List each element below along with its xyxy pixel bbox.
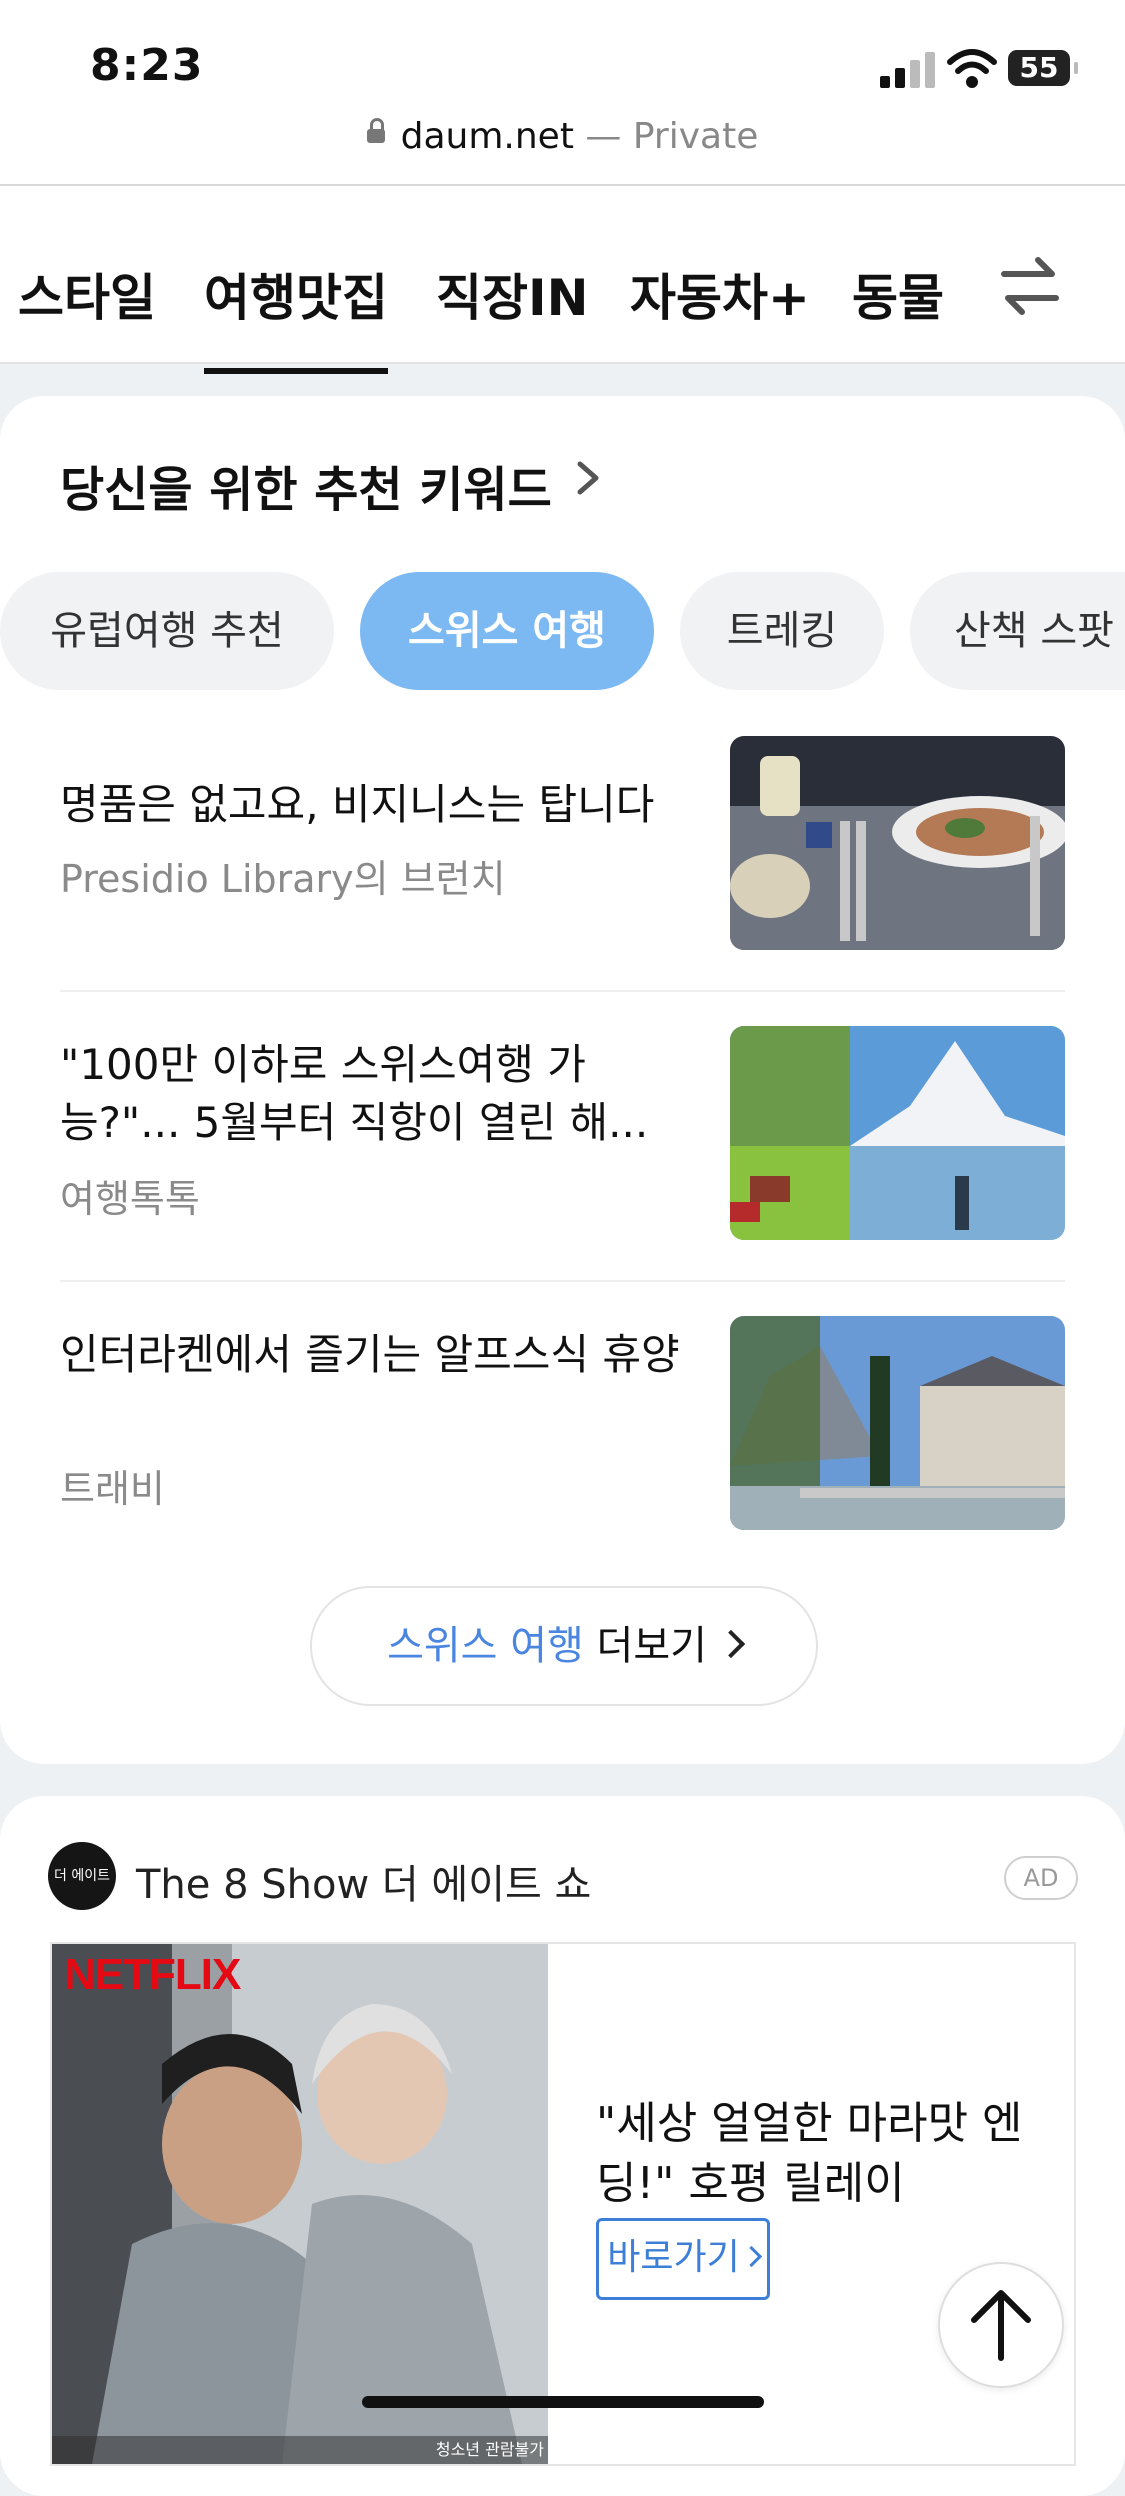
keyword-chip-active[interactable]: 스위스 여행 [360,572,654,690]
tab-animals[interactable]: 동물 [852,258,944,330]
article-thumbnail [730,1316,1065,1530]
arrow-up-icon [971,2290,1031,2361]
article-source: Presidio Library의 브런치 [60,857,506,901]
clock: 8:23 [90,40,204,91]
cta-label: 바로가기 [607,2237,740,2278]
advertiser-logo: 더 에이트 쇼 [48,1842,116,1910]
home-indicator[interactable] [362,2396,764,2408]
article-thumbnail [730,736,1065,950]
tab-style[interactable]: 스타일 [18,258,156,330]
ad-badge[interactable]: AD [1004,1856,1078,1900]
cta-button[interactable]: 바로가기 [596,2218,770,2300]
url-domain: daum.net [400,116,574,157]
divider [60,1280,1065,1282]
wifi-icon [947,49,997,88]
ad-card: 더 에이트 쇼 The 8 Show 더 에이트 쇼 AD NETFLIX 청소… [0,1796,1125,2496]
keyword-chip[interactable]: 트레킹 [680,572,884,690]
ad-poster-image [52,1944,548,2464]
more-keyword: 스위스 여행 [387,1623,584,1669]
article-source: 트래비 [60,1467,165,1511]
more-button[interactable]: 스위스 여행 더보기 [310,1586,818,1706]
chevron-right-icon [716,1629,746,1659]
article-title: "100만 이하로 스위스여행 가능?"... 5월부터 직항이 열린 해... [60,1040,649,1147]
ad-headline[interactable]: "세상 얼얼한 마라맛 엔딩!" 호평 릴레이 [596,2094,1026,2214]
chevron-right-icon[interactable] [574,458,604,498]
list-item[interactable]: 인터라켄에서 즐기는 알프스식 휴양 트래비 [60,1316,1065,1530]
article-title: 인터라켄에서 즐기는 알프스식 휴양 [60,1330,680,1379]
list-item[interactable]: 명품은 없고요, 비지니스는 탑니다 Presidio Library의 브런치 [60,736,1065,950]
address-bar[interactable]: daum.net — Private [0,116,1125,157]
divider [60,990,1065,992]
battery-icon: 55 [1008,50,1078,86]
tab-workplace[interactable]: 직장IN [436,258,588,330]
advertiser-name[interactable]: The 8 Show 더 에이트 쇼 [136,1852,591,1910]
age-rating: 청소년 관람불가 [435,2440,544,2459]
ad-content[interactable]: NETFLIX 청소년 관람불가 "세상 얼얼한 마라맛 엔딩!" 호평 릴레이… [50,1942,1076,2466]
category-tabs: 스타일 여행맛집 직장IN 자동차+ 동물 [0,186,1125,374]
scroll-top-button[interactable] [938,2262,1064,2388]
lock-icon [366,118,385,143]
cellular-signal-icon [880,52,936,88]
keyword-card-title[interactable]: 당신을 위한 추천 키워드 [60,450,552,520]
private-label: — Private [585,116,759,157]
more-label: 더보기 [596,1623,707,1669]
article-title: 명품은 없고요, 비지니스는 탑니다 [60,780,655,829]
keyword-card: 당신을 위한 추천 키워드 유럽여행 추천 스위스 여행 트레킹 산책 스팟 명… [0,396,1125,1764]
ad-poster[interactable]: NETFLIX 청소년 관람불가 [52,1944,548,2464]
status-bar: 8:23 55 daum.net — Private [0,0,1125,186]
netflix-logo: NETFLIX [64,1950,241,1999]
chevron-right-icon [740,2245,762,2267]
article-thumbnail [730,1026,1065,1240]
swap-arrows-icon[interactable] [998,256,1062,316]
keyword-chip[interactable]: 산책 스팟 [910,572,1125,690]
tab-travel-food[interactable]: 여행맛집 [204,258,388,374]
article-source: 여행톡톡 [60,1177,200,1221]
list-item[interactable]: "100만 이하로 스위스여행 가능?"... 5월부터 직항이 열린 해...… [60,1026,1065,1240]
keyword-chip[interactable]: 유럽여행 추천 [0,572,334,690]
tab-car[interactable]: 자동차+ [630,258,810,330]
